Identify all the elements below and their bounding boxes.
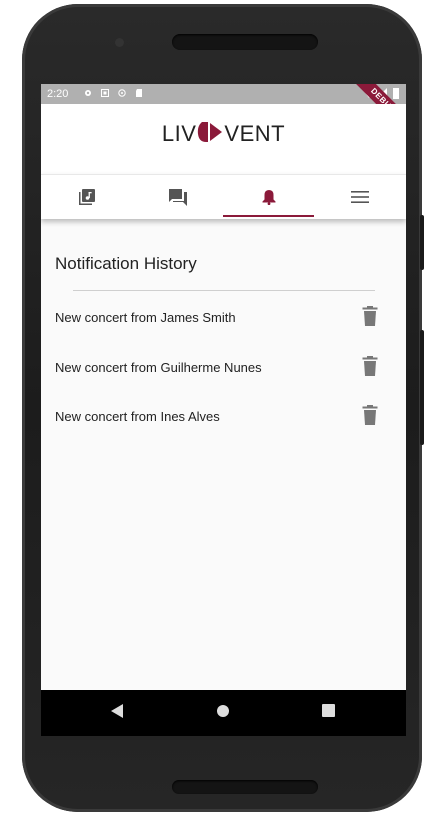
tab-bar: [41, 174, 406, 219]
page-title: Notification History: [55, 254, 197, 273]
power-button: [420, 330, 424, 445]
sync-icon: [118, 89, 126, 97]
notification-text: New concert from Guilherme Nunes: [55, 360, 262, 375]
back-icon[interactable]: [111, 704, 123, 718]
earpiece-speaker: [172, 34, 318, 50]
tab-chat[interactable]: [132, 175, 223, 219]
bell-icon: [262, 190, 275, 205]
delete-button[interactable]: [362, 356, 378, 376]
bottom-speaker: [172, 780, 318, 794]
list-item[interactable]: New concert from Guilherme Nunes: [55, 356, 395, 380]
active-tab-indicator: [223, 215, 314, 217]
status-time: 2:20: [47, 88, 69, 100]
recents-icon[interactable]: [322, 704, 335, 717]
tab-music-library[interactable]: [41, 175, 132, 219]
status-bar: 2:20 DEBUG: [41, 84, 406, 138]
app-logo: LIV VENT: [41, 120, 406, 147]
chat-icon: [168, 188, 187, 206]
notification-text: New concert from James Smith: [55, 310, 236, 325]
delete-button[interactable]: [362, 405, 378, 425]
notification-icon: [101, 89, 109, 97]
list-item[interactable]: New concert from Ines Alves: [55, 405, 395, 429]
notification-text: New concert from Ines Alves: [55, 409, 220, 424]
music-library-icon: [78, 189, 95, 205]
logo-text-left: LIV: [161, 121, 197, 146]
delete-button[interactable]: [362, 306, 378, 326]
list-item[interactable]: New concert from James Smith: [55, 306, 395, 330]
tab-notifications[interactable]: [223, 175, 314, 219]
front-camera: [115, 38, 124, 47]
sd-card-icon: [136, 89, 142, 97]
tab-menu[interactable]: [314, 175, 405, 219]
app-screen: 2:20 DEBUG LIV VENT Notification History…: [41, 84, 406, 736]
settings-icon: [85, 90, 91, 96]
logo-text-right: VENT: [224, 121, 286, 146]
title-divider: [73, 290, 375, 291]
system-nav-bar: [41, 690, 406, 736]
volume-button: [420, 215, 424, 270]
home-icon[interactable]: [216, 704, 230, 718]
menu-icon: [350, 191, 369, 203]
battery-icon: [393, 88, 399, 99]
logo-play-mark: [198, 122, 223, 142]
